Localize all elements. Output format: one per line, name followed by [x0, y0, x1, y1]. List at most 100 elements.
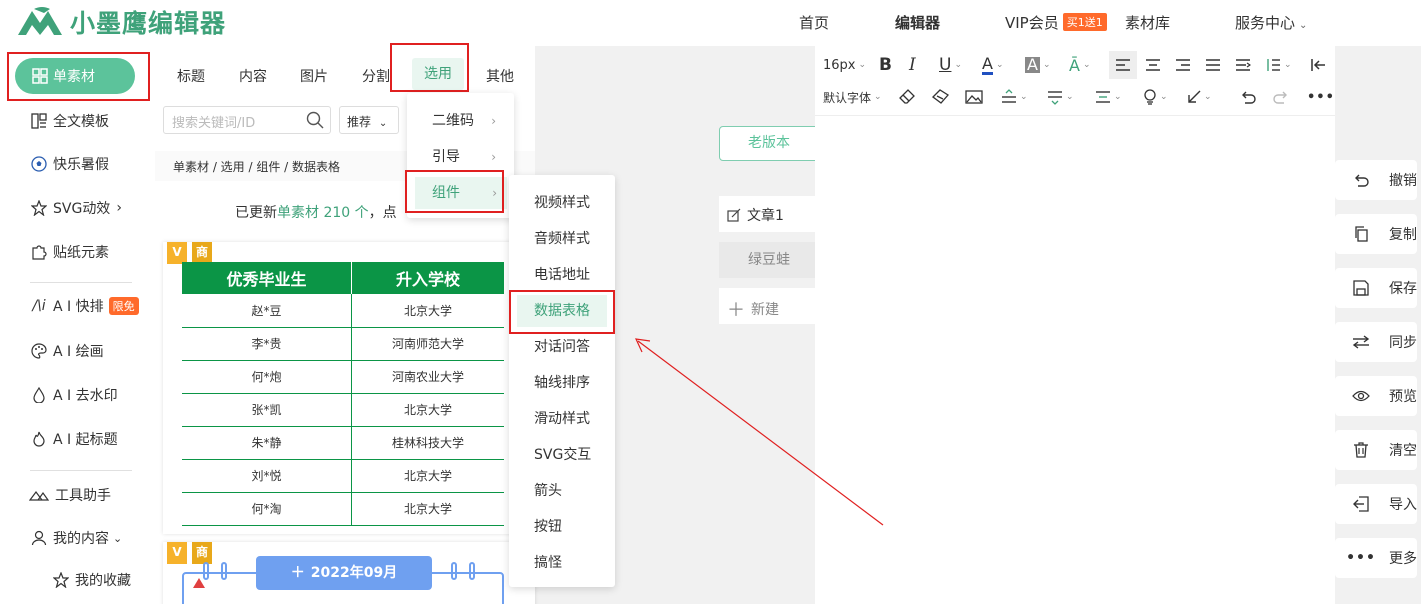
paragraph-after-button[interactable]: ⌄	[1047, 85, 1074, 109]
menu-item-arrow[interactable]: 箭头	[517, 475, 607, 507]
sidebar-item-my-content[interactable]: 我的内容 ⌄	[30, 526, 122, 550]
menu-item-funny[interactable]: 搞怪	[517, 547, 607, 579]
align-right-button[interactable]	[1175, 53, 1191, 77]
tab-other[interactable]: 其他	[486, 66, 514, 86]
background-color-button[interactable]: A ⌄	[1025, 53, 1051, 77]
undo-button[interactable]: 撤销	[1335, 160, 1417, 200]
tab-content[interactable]: 内容	[239, 66, 267, 86]
font-size-select[interactable]: 16px ⌄	[823, 53, 866, 77]
line-height-button[interactable]: ⌄	[1265, 53, 1292, 77]
search-icon[interactable]	[306, 111, 324, 133]
sidebar-item-ai-draw[interactable]: A I 绘画	[30, 339, 104, 363]
nav-home[interactable]: 首页	[799, 12, 829, 33]
nav-vip[interactable]: VIP会员 买1送1	[1005, 12, 1107, 33]
bulb-button[interactable]: ⌄	[1143, 85, 1168, 109]
editor-area[interactable]: 16px ⌄ B I U ⌄ A ⌄ A ⌄ Ā ⌄ ⌄ 默认字体 ⌄ ⌄ ⌄ ⌄ ⌄ ⌄ …	[815, 46, 1335, 604]
font-family-select[interactable]: 默认字体 ⌄	[823, 85, 882, 109]
star-icon	[30, 199, 48, 217]
nav-material-library[interactable]: 素材库	[1125, 12, 1170, 33]
trash-icon	[1351, 440, 1371, 460]
update-count[interactable]: 单素材 210 个	[277, 205, 369, 221]
sidebar-label: 快乐暑假	[53, 157, 109, 173]
align-center-icon	[1146, 59, 1160, 71]
insert-image-button[interactable]	[965, 85, 983, 109]
free-badge: 限免	[108, 297, 139, 315]
sidebar-item-sticker[interactable]: 贴纸元素	[30, 240, 109, 264]
sync-button[interactable]: 同步	[1335, 322, 1417, 362]
material-card-table[interactable]: V 商 优秀毕业生 升入学校 赵*豆 北京大学 李*贵 河南师范大学 何*炮 河南农业…	[163, 242, 535, 534]
redo-toolbar-button[interactable]	[1273, 85, 1289, 109]
material-card-calendar[interactable]: V 商 ＋ 2022年09月	[163, 542, 535, 604]
sidebar-item-ai-title[interactable]: A I 起标题	[30, 427, 118, 451]
save-button[interactable]: 保存	[1335, 268, 1417, 308]
tools-icon	[28, 486, 50, 504]
arrow-tool-button[interactable]: ⌄	[1187, 85, 1212, 109]
exit-button[interactable]	[1310, 53, 1326, 77]
sort-select[interactable]: 推荐 ⌄	[339, 106, 399, 134]
chevron-right-icon: ›	[491, 150, 496, 164]
logo[interactable]: 小墨鹰编辑器	[14, 4, 226, 40]
sidebar-label: 贴纸元素	[53, 245, 109, 261]
italic-button[interactable]: I	[909, 53, 916, 77]
tab-image[interactable]: 图片	[300, 66, 328, 86]
chevron-down-icon: ⌄	[1066, 92, 1074, 102]
font-color-button[interactable]: A ⌄	[982, 53, 1004, 77]
calendar-title: 2022年09月	[310, 565, 398, 581]
tab-title[interactable]: 标题	[177, 66, 205, 86]
sidebar-item-summer[interactable]: 快乐暑假	[30, 152, 109, 176]
article-item[interactable]: 绿豆蛙	[719, 242, 819, 278]
menu-item-video[interactable]: 视频样式	[517, 187, 607, 219]
more-button[interactable]: ••• 更多	[1335, 538, 1417, 578]
new-article-button[interactable]: ＋ 新建	[719, 288, 819, 324]
eraser-button[interactable]	[899, 85, 915, 109]
paragraph-spacing-button[interactable]: ⌄	[1001, 85, 1028, 109]
import-button[interactable]: 导入	[1335, 484, 1417, 524]
nav-editor[interactable]: 编辑器	[895, 12, 940, 33]
sidebar-item-full-template[interactable]: 全文模板	[30, 109, 109, 133]
plus-icon: ＋	[290, 565, 305, 581]
indent-button[interactable]	[1235, 53, 1251, 77]
sidebar-item-svg[interactable]: SVG动效 ›	[30, 196, 122, 220]
underline-button[interactable]: U ⌄	[939, 53, 962, 77]
calendar-title-bar: ＋ 2022年09月	[256, 556, 432, 590]
clear-button[interactable]: 清空	[1335, 430, 1417, 470]
format-painter-button[interactable]	[932, 85, 950, 109]
tab-divider[interactable]: 分割	[362, 66, 390, 86]
more-toolbar-button[interactable]: •••	[1307, 85, 1335, 109]
article-item[interactable]: 文章1	[719, 196, 819, 232]
undo-icon	[1351, 170, 1371, 190]
sidebar-item-tools[interactable]: 工具助手	[28, 483, 111, 507]
menu-item-button[interactable]: 按钮	[517, 511, 607, 543]
text-effect-button[interactable]: Ā ⌄	[1069, 53, 1091, 77]
chevron-down-icon: ⌄	[954, 60, 962, 70]
menu-item-phone-address[interactable]: 电话地址	[517, 259, 607, 291]
sidebar-label: 我的内容	[53, 531, 109, 547]
sidebar-item-ai-watermark[interactable]: A I 去水印	[30, 383, 118, 407]
table-header: 优秀毕业生	[182, 262, 352, 294]
align-left-button[interactable]	[1109, 51, 1137, 79]
undo-toolbar-button[interactable]	[1240, 85, 1256, 109]
sidebar-item-ai-layout[interactable]: /\i A I 快排 限免	[30, 294, 139, 318]
copy-button[interactable]: 复制	[1335, 214, 1417, 254]
menu-item-timeline[interactable]: 轴线排序	[517, 367, 607, 399]
menu-item-slide[interactable]: 滑动样式	[517, 403, 607, 435]
chevron-down-icon: ⌄	[1160, 92, 1168, 102]
nav-service-center[interactable]: 服务中心 ⌄	[1235, 12, 1307, 33]
menu-item-qrcode[interactable]: 二维码 ›	[407, 105, 514, 137]
side-spacing-button[interactable]: ⌄	[1095, 85, 1122, 109]
ai-icon: /\i	[32, 298, 46, 314]
menu-item-dialog[interactable]: 对话问答	[517, 331, 607, 363]
sidebar-item-favorites[interactable]: 我的收藏	[52, 568, 131, 592]
search-input[interactable]: 搜索关键词/ID	[163, 106, 331, 134]
menu-item-guide[interactable]: 引导 ›	[407, 141, 514, 173]
menu-item-audio[interactable]: 音频样式	[517, 223, 607, 255]
old-version-button[interactable]: 老版本	[719, 126, 819, 161]
bold-button[interactable]: B	[879, 53, 892, 77]
data-table: 优秀毕业生 升入学校 赵*豆 北京大学 李*贵 河南师范大学 何*炮 河南农业大学 张…	[182, 262, 504, 526]
submenu-component: 视频样式 音频样式 电话地址 数据表格 对话问答 轴线排序 滑动样式 SVG交互…	[509, 175, 615, 587]
preview-button[interactable]: 预览	[1335, 376, 1417, 416]
menu-item-svg-interactive[interactable]: SVG交互	[517, 439, 607, 471]
justify-button[interactable]	[1205, 53, 1221, 77]
align-center-button[interactable]	[1145, 53, 1161, 77]
puzzle-icon	[30, 243, 48, 261]
